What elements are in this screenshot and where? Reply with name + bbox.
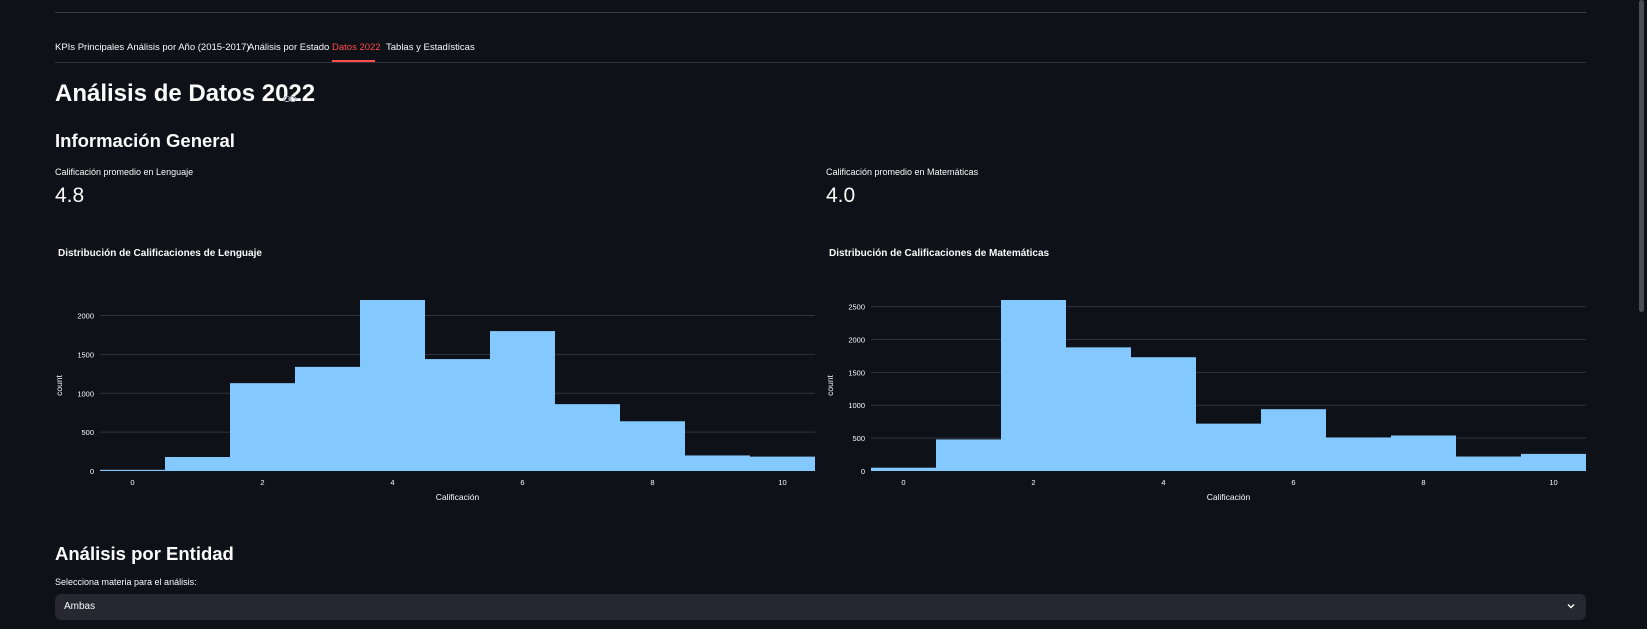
x-tick-label: 10 [1549, 478, 1557, 487]
histogram-bar [1196, 423, 1261, 471]
histogram-bar [1131, 357, 1196, 471]
histogram-bar [871, 467, 936, 471]
select-label: Selecciona materia para el análisis: [55, 577, 197, 587]
metric-label-lenguaje: Calificación promedio en Lenguaje [55, 167, 194, 177]
metric-value-matematicas: 4.0 [826, 184, 856, 207]
tab-tablas-estadisticas[interactable]: Tablas y Estadísticas [386, 42, 475, 53]
y-tick-label: 1500 [848, 368, 865, 377]
tab-analisis-por-anio[interactable]: Análisis por Año (2015-2017) [127, 42, 250, 53]
materia-select[interactable]: Ambas [55, 594, 1586, 620]
x-tick-label: 8 [650, 478, 654, 487]
x-tick-label: 0 [130, 478, 134, 487]
histogram-bar [100, 469, 165, 471]
select-value: Ambas [64, 601, 96, 612]
page-title: Análisis de Datos 2022 [55, 80, 316, 107]
histogram-bar [1456, 456, 1521, 471]
x-tick-label: 4 [390, 478, 394, 487]
tab-bar: KPIs Principales Análisis por Año (2015-… [55, 34, 1586, 63]
histogram-bar [425, 359, 490, 471]
y-axis-label: count [54, 374, 64, 395]
link-icon[interactable] [283, 93, 297, 105]
histogram-bar [295, 366, 360, 471]
section-heading-informacion-general: Información General [55, 130, 235, 151]
tab-analisis-por-estado[interactable]: Análisis por Estado [248, 42, 329, 53]
x-tick-label: 4 [1161, 478, 1165, 487]
y-tick-label: 1000 [848, 401, 865, 410]
histogram-bar [555, 404, 620, 471]
histogram-bar [230, 383, 295, 471]
y-tick-label: 2500 [848, 303, 865, 312]
y-tick-label: 1000 [77, 389, 94, 398]
histogram-bar [490, 331, 555, 471]
y-tick-label: 2000 [77, 312, 94, 321]
tab-datos-2022[interactable]: Datos 2022 [332, 42, 381, 53]
histogram-bar [1261, 409, 1326, 471]
x-axis-label: Calificación [436, 492, 480, 502]
x-tick-label: 6 [1291, 478, 1295, 487]
histogram-bar [1001, 300, 1066, 471]
histogram-bar [936, 439, 1001, 471]
histogram-bar [685, 455, 750, 471]
y-tick-label: 1500 [77, 350, 94, 359]
x-tick-label: 8 [1421, 478, 1425, 487]
histogram-bar [1521, 453, 1586, 471]
chart-title-lenguaje: Distribución de Calificaciones de Lengua… [58, 248, 262, 259]
y-tick-label: 2000 [848, 335, 865, 344]
histogram-bar [1391, 435, 1456, 471]
histogram-bar [620, 421, 685, 471]
histogram-lenguaje: 0 500 1000 1500 2000 0 2 4 6 8 10 Calificación count [54, 300, 815, 502]
y-tick-label: 500 [852, 434, 865, 443]
histogram-bar [750, 456, 815, 471]
x-axis-label: Calificación [1207, 492, 1251, 502]
histogram-bar [1326, 437, 1391, 471]
x-tick-label: 6 [520, 478, 524, 487]
tab-kpis-principales[interactable]: KPIs Principales [55, 42, 124, 53]
x-tick-label: 2 [260, 478, 264, 487]
x-tick-label: 0 [901, 478, 905, 487]
metric-value-lenguaje: 4.8 [55, 184, 85, 207]
scrollbar[interactable] [1639, 0, 1644, 312]
metric-label-matematicas: Calificación promedio en Matemáticas [826, 167, 979, 177]
x-tick-label: 2 [1031, 478, 1035, 487]
section-heading-analisis-por-entidad: Análisis por Entidad [55, 543, 234, 564]
top-divider [55, 12, 1586, 13]
y-axis-label: count [825, 374, 835, 395]
chart-title-matematicas: Distribución de Calificaciones de Matemá… [829, 248, 1050, 259]
active-tab-indicator [332, 60, 375, 62]
histogram-matematicas: 0 500 1000 1500 2000 2500 0 2 4 6 8 10 Calificación c… [825, 300, 1586, 502]
histogram-bar [360, 300, 425, 471]
y-tick-label: 0 [861, 467, 865, 476]
chevron-down-icon [1567, 604, 1575, 609]
y-tick-label: 0 [90, 467, 94, 476]
histogram-bar [165, 457, 230, 471]
histogram-bar [1066, 347, 1131, 471]
x-tick-label: 10 [778, 478, 786, 487]
y-tick-label: 500 [81, 428, 94, 437]
